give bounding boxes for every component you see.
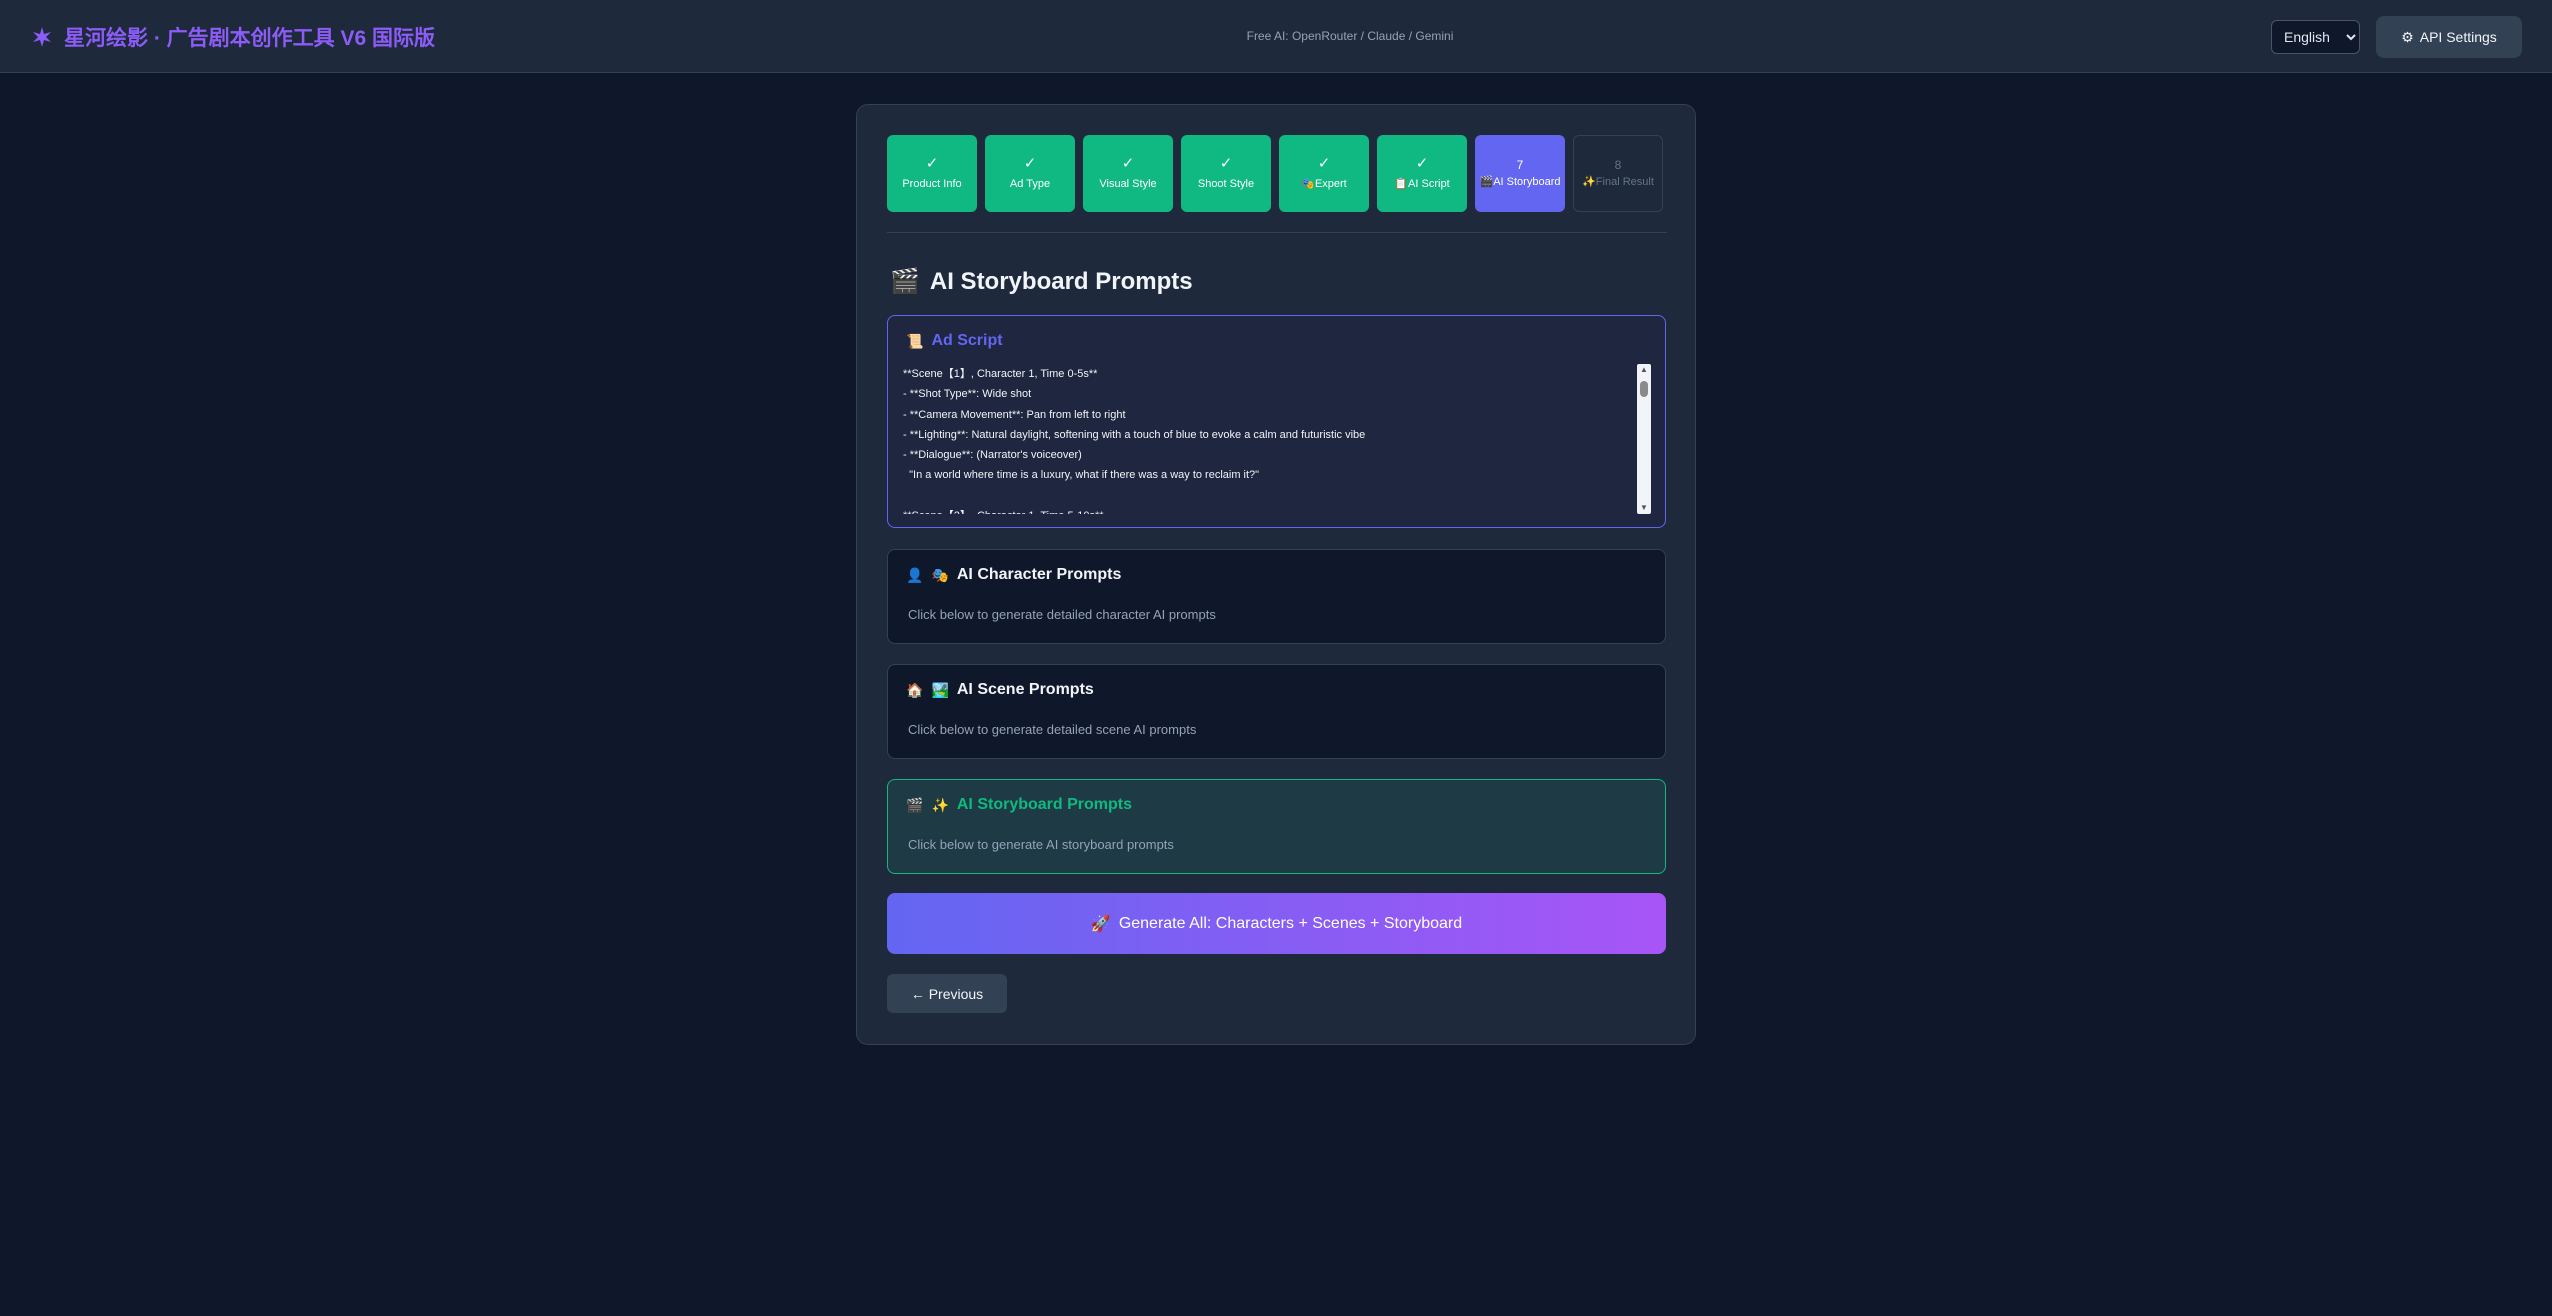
scroll-icon: 📜 (906, 332, 924, 349)
step-expert[interactable]: ✓ 🎭Expert (1279, 135, 1369, 212)
scene-prompts-header: 🏠 🏞️ AI Scene Prompts (906, 681, 1094, 699)
character-prompts-desc: Click below to generate detailed charact… (908, 607, 1216, 622)
character-prompts-panel[interactable]: 👤 🎭 AI Character Prompts Click below to … (887, 549, 1666, 644)
sparkles-icon: ✨ (931, 796, 949, 813)
step-label: 🎭Expert (1301, 178, 1347, 190)
scroll-up-arrow-icon[interactable]: ▲ (1637, 364, 1651, 376)
person-icon: 👤 (906, 566, 924, 583)
page-title: 🎬 AI Storyboard Prompts (890, 267, 1193, 296)
check-icon: ✓ (1317, 155, 1331, 173)
step-progress: ✓ Product Info ✓ Ad Type ✓ Visual Style … (887, 135, 1667, 212)
step-ad-type[interactable]: ✓ Ad Type (985, 135, 1075, 212)
step-number: 8 (1614, 157, 1622, 172)
gear-icon: ⚙ (2401, 28, 2414, 45)
api-settings-button[interactable]: ⚙ API Settings (2376, 16, 2522, 58)
api-settings-label: API Settings (2419, 29, 2497, 45)
scroll-down-arrow-icon[interactable]: ▼ (1637, 502, 1651, 514)
brand: 星河绘影 · 广告剧本创作工具 V6 国际版 (30, 22, 435, 52)
app-title: 星河绘影 · 广告剧本创作工具 V6 国际版 (64, 27, 436, 50)
storyboard-prompts-title: AI Storyboard Prompts (956, 796, 1133, 813)
step-shoot-style[interactable]: ✓ Shoot Style (1181, 135, 1271, 212)
wizard-card: ✓ Product Info ✓ Ad Type ✓ Visual Style … (856, 104, 1696, 1045)
theater-masks-icon: 🎭 (931, 566, 949, 583)
check-icon: ✓ (1219, 155, 1233, 173)
page-title-text: AI Storyboard Prompts (929, 267, 1193, 295)
step-label: ✨Final Result (1582, 175, 1654, 188)
ad-script-panel: 📜 Ad Script **Scene【1】, Character 1, Tim… (887, 315, 1666, 528)
previous-button[interactable]: ← Previous (887, 974, 1007, 1013)
storyboard-prompts-header: 🎬 ✨ AI Storyboard Prompts (906, 796, 1132, 814)
scene-prompts-desc: Click below to generate detailed scene A… (908, 722, 1197, 737)
step-visual-style[interactable]: ✓ Visual Style (1083, 135, 1173, 212)
landscape-icon: 🏞️ (931, 681, 949, 698)
rocket-icon: 🚀 (1090, 915, 1111, 933)
clapperboard-icon: 🎬 (890, 268, 920, 295)
storyboard-prompts-panel[interactable]: 🎬 ✨ AI Storyboard Prompts Click below to… (887, 779, 1666, 874)
character-prompts-title: AI Character Prompts (956, 566, 1122, 583)
divider (887, 232, 1667, 233)
step-product-info[interactable]: ✓ Product Info (887, 135, 977, 212)
character-prompts-header: 👤 🎭 AI Character Prompts (906, 566, 1121, 584)
script-scrollbar[interactable]: ▲ ▼ (1637, 364, 1651, 514)
check-icon: ✓ (1121, 155, 1135, 173)
step-label: Ad Type (1009, 178, 1051, 190)
step-label: Product Info (902, 178, 962, 190)
ad-script-header: 📜 Ad Script (906, 332, 1003, 350)
step-number: 7 (1516, 157, 1524, 172)
scene-prompts-title: AI Scene Prompts (956, 681, 1094, 698)
ad-script-textarea[interactable]: **Scene【1】, Character 1, Time 0-5s** - *… (903, 364, 1650, 514)
generate-all-button[interactable]: 🚀 Generate All: Characters + Scenes + St… (887, 893, 1666, 954)
check-icon: ✓ (1023, 155, 1037, 173)
step-label: Shoot Style (1197, 178, 1255, 190)
scene-prompts-panel[interactable]: 🏠 🏞️ AI Scene Prompts Click below to gen… (887, 664, 1666, 759)
ad-script-title: Ad Script (931, 332, 1003, 349)
step-label: Visual Style (1099, 178, 1157, 190)
check-icon: ✓ (1415, 155, 1429, 173)
step-label: 📋AI Script (1394, 178, 1450, 190)
language-select[interactable]: English (2271, 20, 2360, 54)
house-icon: 🏠 (906, 681, 924, 698)
generate-all-label: Generate All: Characters + Scenes + Stor… (1118, 914, 1463, 932)
step-ai-storyboard[interactable]: 7 🎬AI Storyboard (1475, 135, 1565, 212)
storyboard-prompts-desc: Click below to generate AI storyboard pr… (908, 837, 1174, 852)
check-icon: ✓ (925, 155, 939, 173)
step-final-result[interactable]: 8 ✨Final Result (1573, 135, 1663, 212)
top-header: 星河绘影 · 广告剧本创作工具 V6 国际版 Free AI: OpenRout… (0, 0, 2552, 73)
step-label: 🎬AI Storyboard (1479, 175, 1561, 188)
scrollbar-thumb[interactable] (1640, 381, 1648, 397)
step-ai-script[interactable]: ✓ 📋AI Script (1377, 135, 1467, 212)
ai-provider-subtitle: Free AI: OpenRouter / Claude / Gemini (1246, 29, 1454, 43)
ad-script-content: **Scene【1】, Character 1, Time 0-5s** - *… (903, 368, 1366, 514)
sparkle-logo-icon (33, 27, 51, 47)
clapperboard-icon: 🎬 (906, 796, 924, 813)
